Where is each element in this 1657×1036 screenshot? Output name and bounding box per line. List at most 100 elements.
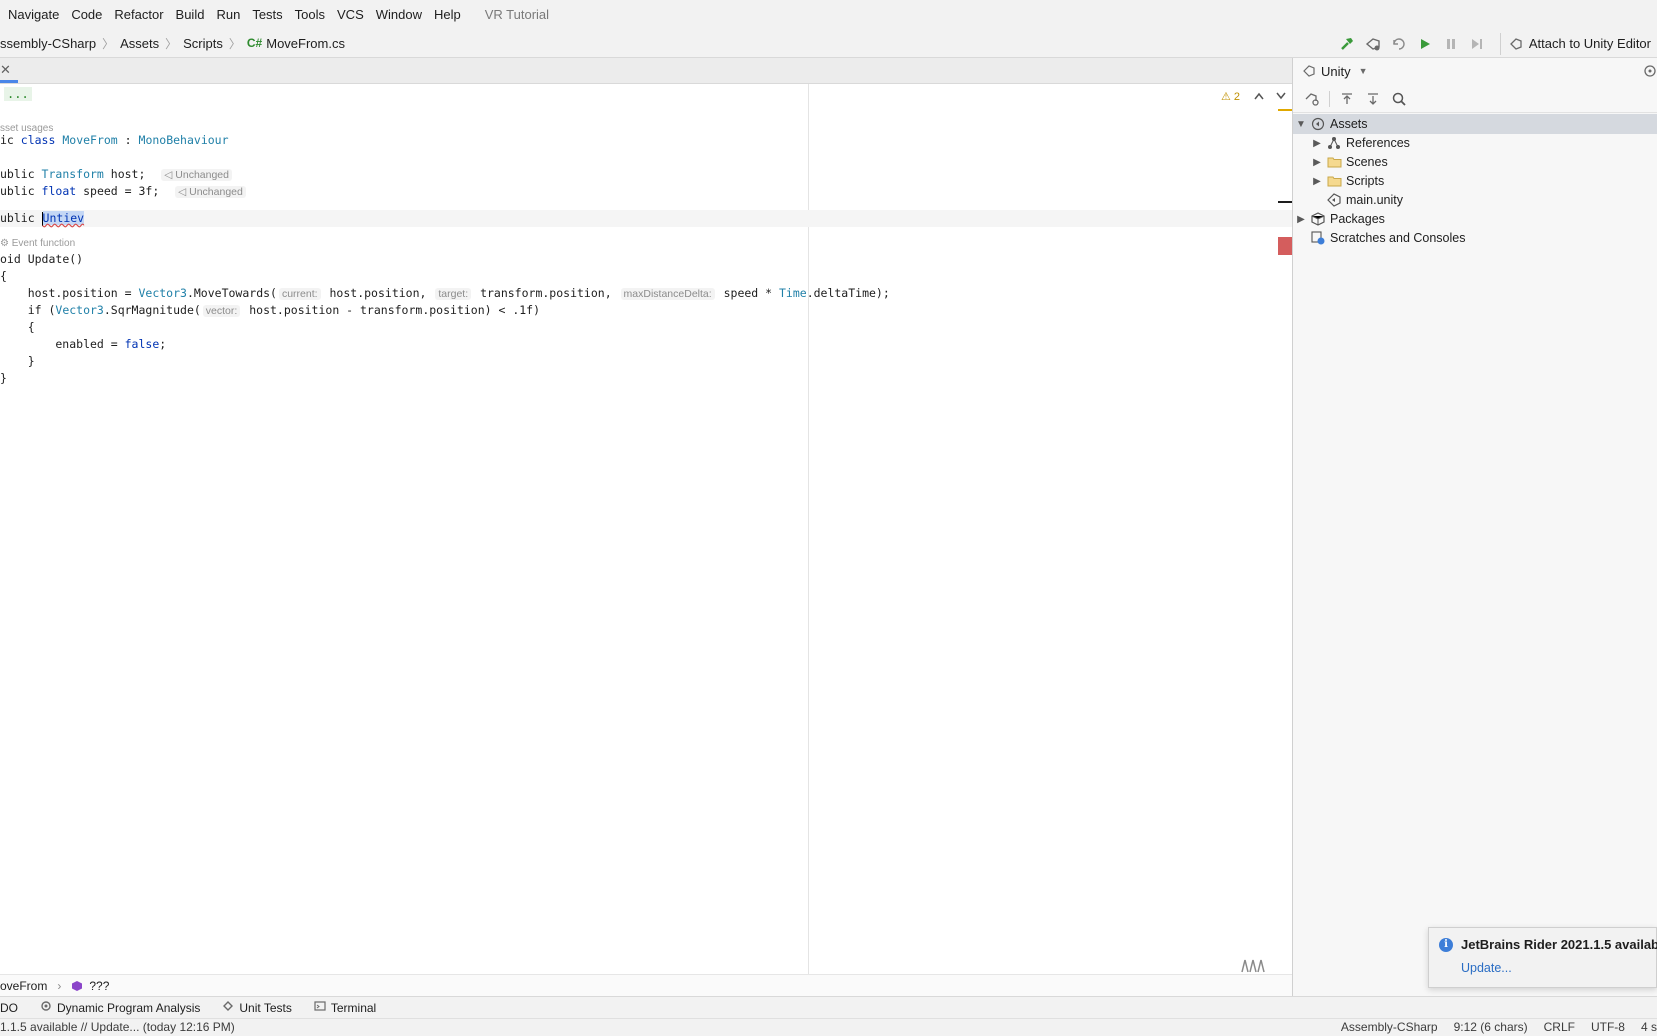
tree-item-assets[interactable]: ▼ Assets: [1293, 114, 1657, 134]
code-line-if: if (Vector3.SqrMagnitude(vector: host.po…: [0, 303, 541, 317]
status-bar: 1.1.5 available // Update... (today 12:1…: [0, 1018, 1657, 1036]
crumb-class[interactable]: oveFrom: [0, 979, 47, 993]
breadcrumb-assets[interactable]: Assets: [120, 36, 159, 51]
unity-view-selector[interactable]: Unity: [1321, 64, 1351, 79]
status-project[interactable]: Assembly-CSharp: [1341, 1020, 1438, 1034]
close-tab-icon[interactable]: ✕: [0, 60, 14, 80]
breadcrumb-separator-icon: 〉: [102, 36, 115, 51]
chevron-down-icon[interactable]: ▼: [1359, 66, 1368, 76]
code-line-inner-close: }: [0, 354, 35, 368]
error-stripe-marker[interactable]: [1278, 237, 1292, 255]
tree-item-scratches[interactable]: Scratches and Consoles: [1293, 228, 1657, 248]
toolbar-separator: [1329, 90, 1330, 107]
breadcrumb-project[interactable]: ssembly-CSharp: [0, 36, 96, 51]
tree-item-main-unity[interactable]: main.unity: [1293, 190, 1657, 210]
unity-scene-icon: [1325, 193, 1343, 207]
tool-window-todo[interactable]: DO: [0, 1001, 18, 1015]
tree-item-scripts[interactable]: ▶ Scripts: [1293, 171, 1657, 191]
unit-tests-icon: [222, 1000, 234, 1015]
chevron-right-icon[interactable]: ▶: [1309, 176, 1325, 187]
active-tab-indicator: [0, 80, 18, 83]
code-editor[interactable]: ... ⚠ 2 sset usages ic class MoveFrom : …: [0, 84, 1292, 974]
sync-unity-icon[interactable]: [1299, 86, 1325, 112]
previous-highlight-icon[interactable]: [1254, 91, 1264, 103]
code-line-close-brace: }: [0, 371, 7, 385]
expand-all-icon[interactable]: [1334, 86, 1360, 112]
step-icon[interactable]: [1464, 29, 1490, 58]
csharp-file-icon: C#: [246, 36, 263, 50]
code-line-method-declaration: oid Update(): [0, 252, 84, 266]
chevron-right-icon[interactable]: ▶: [1309, 157, 1325, 168]
tool-window-terminal[interactable]: Terminal: [314, 1000, 376, 1015]
project-title: VR Tutorial: [484, 7, 550, 22]
code-line-field-typing: ublic Untiev: [0, 211, 85, 226]
warning-icon: ⚠ 2: [1220, 91, 1240, 103]
tool-window-bar: DO Dynamic Program Analysis Unit Tests T…: [0, 996, 1657, 1018]
chevron-right-icon[interactable]: ▶: [1309, 138, 1325, 149]
unresolved-symbol[interactable]: Untiev: [42, 211, 85, 225]
unchanged-hint: ◁ Unchanged: [161, 169, 232, 181]
update-notification[interactable]: i JetBrains Rider 2021.1.5 available Upd…: [1428, 927, 1657, 988]
status-line-ending[interactable]: CRLF: [1544, 1020, 1575, 1034]
unchanged-hint: ◁ Unchanged: [175, 186, 246, 198]
menu-tests[interactable]: Tests: [246, 0, 288, 29]
menu-run[interactable]: Run: [210, 0, 246, 29]
search-icon[interactable]: [1386, 86, 1412, 112]
code-line-field-host: ublic Transform host; ◁ Unchanged: [0, 165, 234, 183]
breadcrumb-scripts[interactable]: Scripts: [183, 36, 223, 51]
menu-vcs[interactable]: VCS: [331, 0, 370, 29]
update-link[interactable]: Update...: [1461, 961, 1512, 975]
attach-to-unity-button[interactable]: Attach to Unity Editor: [1499, 32, 1657, 55]
status-caret-position[interactable]: 9:12 (6 chars): [1454, 1020, 1528, 1034]
tool-window-unit-tests[interactable]: Unit Tests: [222, 1000, 292, 1015]
dpa-icon: [40, 1000, 52, 1015]
unity-attach-icon[interactable]: [1360, 29, 1386, 58]
unity-assets-icon: [1309, 117, 1327, 131]
menu-help[interactable]: Help: [428, 0, 467, 29]
unity-explorer-panel: Unity ▼ ▼ Assets ▶ References ▶ Scenes ▶…: [1292, 58, 1657, 996]
chevron-right-icon[interactable]: ▶: [1293, 214, 1309, 225]
breadcrumb-separator-icon: 〉: [165, 36, 178, 51]
play-icon[interactable]: [1412, 29, 1438, 58]
status-indent[interactable]: 4 s: [1641, 1020, 1657, 1034]
next-highlight-icon[interactable]: [1276, 91, 1286, 103]
caret-stripe-marker: [1278, 201, 1292, 203]
tool-window-dynamic-program-analysis[interactable]: Dynamic Program Analysis: [40, 1000, 200, 1015]
method-cube-icon: [71, 980, 83, 992]
folder-icon: [1325, 175, 1343, 187]
unity-logo-icon: [1303, 65, 1315, 77]
unity-refresh-icon[interactable]: [1386, 29, 1412, 58]
menu-navigate[interactable]: Navigate: [0, 0, 65, 29]
menu-code[interactable]: Code: [65, 0, 108, 29]
collapse-all-icon[interactable]: [1360, 86, 1386, 112]
unity-panel-toolbar: [1293, 85, 1657, 113]
panel-settings-icon[interactable]: [1642, 63, 1657, 79]
folded-imports[interactable]: ...: [4, 87, 32, 101]
inspection-widget[interactable]: ⚠ 2: [1221, 90, 1286, 103]
references-icon: [1325, 136, 1343, 150]
code-line-move-towards: host.position = Vector3.MoveTowards(curr…: [0, 286, 890, 300]
chevron-down-icon[interactable]: ▼: [1293, 119, 1309, 130]
status-encoding[interactable]: UTF-8: [1591, 1020, 1625, 1034]
run-toolbar: Attach to Unity Editor: [1334, 29, 1657, 58]
warning-stripe-marker[interactable]: [1278, 109, 1292, 111]
menu-build[interactable]: Build: [170, 0, 211, 29]
editor-breadcrumbs: oveFrom › ???: [0, 974, 1292, 996]
status-message[interactable]: 1.1.5 available // Update... (today 12:1…: [0, 1020, 235, 1034]
crumb-member[interactable]: ???: [89, 979, 109, 993]
breadcrumb-separator-icon: 〉: [228, 36, 241, 51]
notification-title: JetBrains Rider 2021.1.5 available: [1461, 937, 1657, 952]
breadcrumb-file[interactable]: MoveFrom.cs: [266, 36, 345, 51]
menu-refactor[interactable]: Refactor: [108, 0, 169, 29]
attach-label: Attach to Unity Editor: [1528, 36, 1651, 51]
build-hammer-icon[interactable]: [1334, 29, 1360, 58]
menu-window[interactable]: Window: [370, 0, 428, 29]
reader-mode-icon[interactable]: [1240, 956, 1268, 974]
event-function-lens[interactable]: ⚙ Event function: [0, 238, 75, 249]
tree-item-packages[interactable]: ▶ Packages: [1293, 209, 1657, 229]
tree-item-references[interactable]: ▶ References: [1293, 133, 1657, 153]
menu-tools[interactable]: Tools: [289, 0, 331, 29]
pause-icon[interactable]: [1438, 29, 1464, 58]
tree-item-scenes[interactable]: ▶ Scenes: [1293, 152, 1657, 172]
navigation-bar: ssembly-CSharp 〉 Assets 〉 Scripts 〉 C# M…: [0, 29, 1657, 58]
